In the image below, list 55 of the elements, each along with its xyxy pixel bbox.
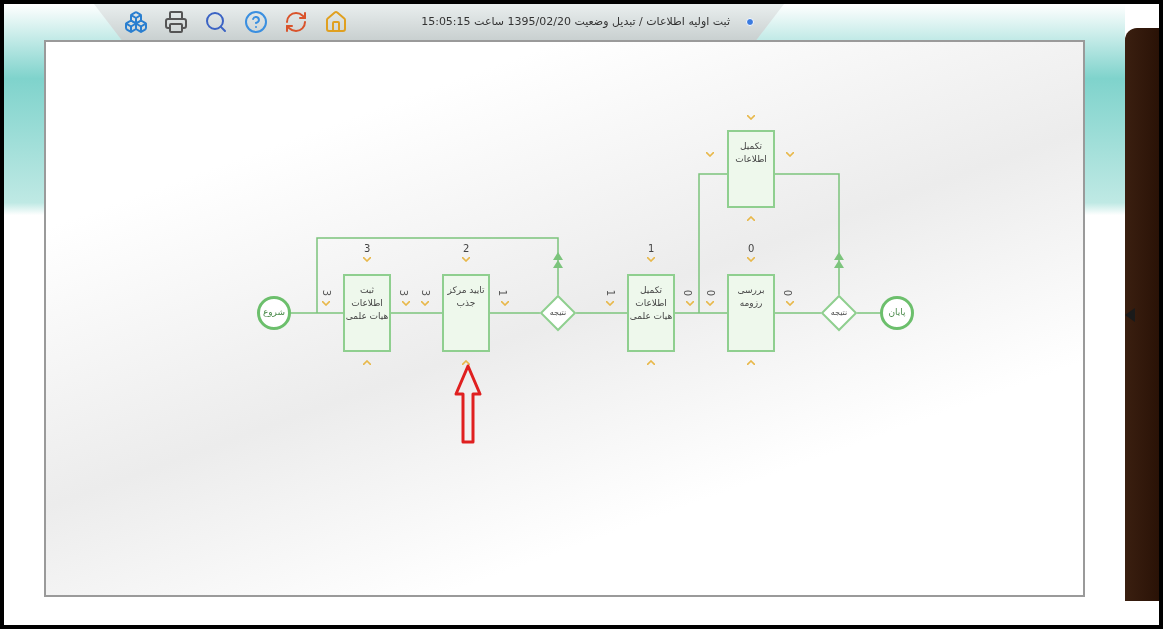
help-icon[interactable] — [244, 10, 268, 34]
task-node[interactable]: تکمیل اطلاعات هیات علمی — [627, 274, 675, 352]
refresh-icon[interactable] — [284, 10, 308, 34]
count-label: 1 — [648, 244, 655, 254]
chevron-down-icon[interactable] — [606, 301, 614, 306]
chevron-up-icon[interactable] — [747, 216, 755, 221]
double-arrow-icon — [553, 252, 563, 268]
count-label: 0 — [782, 289, 793, 297]
search-icon[interactable] — [204, 10, 228, 34]
chevron-down-icon[interactable] — [462, 257, 470, 262]
chevron-down-icon[interactable] — [786, 152, 794, 157]
blocks-icon[interactable] — [124, 10, 148, 34]
end-node[interactable]: پایان — [880, 296, 914, 330]
count-label: 3 — [420, 289, 431, 297]
chevron-down-icon[interactable] — [686, 301, 694, 306]
printer-icon[interactable] — [164, 10, 188, 34]
connector-line — [774, 312, 822, 314]
chevron-down-icon[interactable] — [747, 257, 755, 262]
page-title: ثبت اولیه اطلاعات / تبدیل وضعیت 1395/02/20 ساعت 15:05:15 — [421, 13, 730, 30]
chevron-down-icon[interactable] — [363, 257, 371, 262]
chevron-down-icon[interactable] — [647, 257, 655, 262]
count-label: 0 — [748, 244, 755, 254]
task-node[interactable]: تایید مرکز جذب — [442, 274, 490, 352]
chevron-up-icon[interactable] — [647, 360, 655, 365]
double-arrow-icon — [834, 252, 844, 268]
count-label: 0 — [705, 289, 716, 297]
task-node[interactable]: تکمیل اطلاعات — [727, 130, 775, 208]
chevron-down-icon[interactable] — [786, 301, 794, 306]
chevron-up-icon[interactable] — [747, 360, 755, 365]
count-label: 2 — [463, 244, 470, 254]
start-node[interactable]: شروع — [257, 296, 291, 330]
count-label: 1 — [497, 289, 508, 297]
count-label: 3 — [364, 244, 371, 254]
home-icon[interactable] — [324, 10, 348, 34]
chevron-down-icon[interactable] — [501, 301, 509, 306]
count-label: 3 — [321, 289, 332, 297]
decision-node[interactable]: نتیجه — [540, 295, 576, 331]
task-node[interactable]: بررسی رزومه — [727, 274, 775, 352]
count-label: 3 — [398, 289, 409, 297]
chevron-down-icon[interactable] — [706, 301, 714, 306]
connector-line — [575, 312, 628, 314]
decision-node[interactable]: نتیجه — [821, 295, 857, 331]
chevron-down-icon[interactable] — [402, 301, 410, 306]
chevron-down-icon[interactable] — [747, 115, 755, 120]
chevron-up-icon[interactable] — [462, 360, 470, 365]
chevron-up-icon[interactable] — [363, 360, 371, 365]
connector-line — [856, 312, 881, 314]
task-node[interactable]: ثبت اطلاعات هیات علمی — [343, 274, 391, 352]
annotation-arrow-icon — [454, 364, 482, 444]
chevron-down-icon[interactable] — [322, 301, 330, 306]
collapse-arrow-icon[interactable] — [1125, 307, 1135, 322]
chevron-down-icon[interactable] — [706, 152, 714, 157]
count-label: 1 — [605, 289, 616, 297]
count-label: 0 — [682, 289, 693, 297]
chevron-down-icon[interactable] — [421, 301, 429, 306]
